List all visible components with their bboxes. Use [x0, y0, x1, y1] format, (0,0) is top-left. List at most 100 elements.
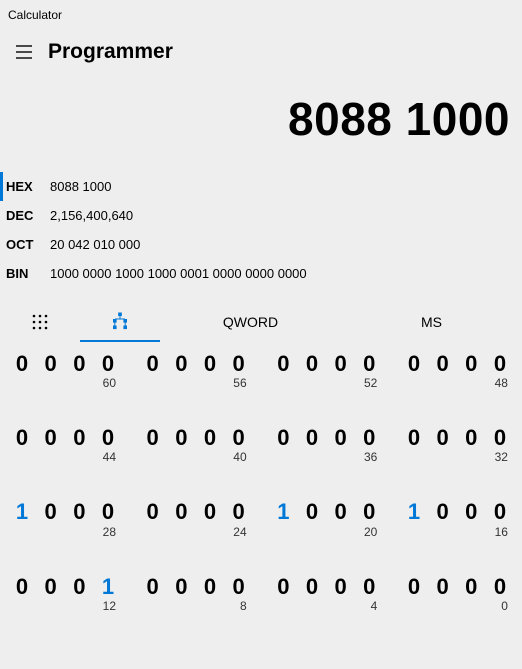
bit-toggle[interactable]: 0: [488, 575, 512, 599]
bit-toggle[interactable]: 0: [271, 352, 295, 376]
bit-toggle[interactable]: 0: [227, 426, 251, 450]
bit-toggle-icon: [111, 312, 129, 330]
bit-toggle[interactable]: 0: [357, 426, 381, 450]
bit-group: 000060: [10, 352, 120, 394]
bit-toggle[interactable]: 0: [300, 500, 324, 524]
bit-toggle[interactable]: 0: [227, 352, 251, 376]
bit-toggle[interactable]: 1: [96, 575, 120, 599]
base-label: HEX: [6, 179, 50, 194]
bit-toggle[interactable]: 0: [402, 575, 426, 599]
bit-toggle[interactable]: 0: [459, 426, 483, 450]
bit-toggle[interactable]: 1: [10, 500, 34, 524]
bit-index: 24: [141, 525, 251, 543]
bit-group: 000036: [271, 426, 381, 468]
bit-toggle[interactable]: 0: [329, 352, 353, 376]
bit-toggle[interactable]: 0: [169, 352, 193, 376]
bit-toggle[interactable]: 0: [169, 500, 193, 524]
bit-toggle[interactable]: 0: [10, 352, 34, 376]
function-row: QWORD MS: [0, 302, 522, 342]
base-value: 2,156,400,640: [50, 208, 133, 223]
mode-title: Programmer: [42, 40, 173, 64]
bit-toggle[interactable]: 0: [10, 575, 34, 599]
bit-toggle[interactable]: 0: [67, 352, 91, 376]
bit-toggle[interactable]: 0: [96, 352, 120, 376]
bit-toggle[interactable]: 0: [431, 500, 455, 524]
bit-toggle[interactable]: 0: [39, 352, 63, 376]
bit-toggle[interactable]: 0: [169, 575, 193, 599]
bit-toggle[interactable]: 0: [39, 426, 63, 450]
memory-store-button[interactable]: MS: [341, 302, 522, 342]
bit-index: 48: [402, 376, 512, 394]
bit-toggle[interactable]: 0: [300, 426, 324, 450]
bit-row: 000044000040000036000032: [10, 426, 512, 468]
bit-toggle[interactable]: 1: [402, 500, 426, 524]
bit-toggle[interactable]: 0: [141, 500, 165, 524]
bit-toggle[interactable]: 0: [271, 426, 295, 450]
bit-group: 00008: [141, 575, 251, 617]
bit-toggle[interactable]: 0: [10, 426, 34, 450]
bit-toggle[interactable]: 0: [67, 426, 91, 450]
bit-row: 000060000056000052000048: [10, 352, 512, 394]
keypad-icon: [31, 313, 49, 331]
bit-toggle[interactable]: 0: [329, 426, 353, 450]
hamburger-icon[interactable]: [6, 34, 42, 70]
bit-index: 20: [271, 525, 381, 543]
bit-toggle[interactable]: 0: [357, 352, 381, 376]
menu-icon: [15, 43, 33, 61]
bit-group: 100028: [10, 500, 120, 542]
bit-toggle[interactable]: 0: [357, 500, 381, 524]
bit-toggle[interactable]: 0: [459, 575, 483, 599]
bit-toggle[interactable]: 0: [357, 575, 381, 599]
bit-group: 000048: [402, 352, 512, 394]
bit-toggle[interactable]: 0: [300, 352, 324, 376]
bit-toggle[interactable]: 0: [198, 352, 222, 376]
base-row-hex[interactable]: HEX8088 1000: [0, 172, 522, 201]
bit-toggle[interactable]: 0: [488, 500, 512, 524]
bit-toggle[interactable]: 1: [271, 500, 295, 524]
bit-group: 000044: [10, 426, 120, 468]
bit-toggle[interactable]: 0: [329, 500, 353, 524]
bit-toggle[interactable]: 0: [329, 575, 353, 599]
base-row-dec[interactable]: DEC2,156,400,640: [0, 201, 522, 230]
bit-group: 000040: [141, 426, 251, 468]
full-keypad-button[interactable]: [0, 302, 80, 342]
bit-group: 100020: [271, 500, 381, 542]
bit-toggle[interactable]: 0: [39, 575, 63, 599]
base-row-bin[interactable]: BIN1000 0000 1000 1000 0001 0000 0000 00…: [0, 259, 522, 288]
bit-index: 28: [10, 525, 120, 543]
bit-toggle[interactable]: 0: [96, 426, 120, 450]
bit-toggle[interactable]: 0: [271, 575, 295, 599]
bit-toggle[interactable]: 0: [39, 500, 63, 524]
bit-toggle[interactable]: 0: [67, 575, 91, 599]
bit-index: 32: [402, 450, 512, 468]
bit-toggle[interactable]: 0: [198, 426, 222, 450]
bit-group: 000056: [141, 352, 251, 394]
base-row-oct[interactable]: OCT20 042 010 000: [0, 230, 522, 259]
bit-toggle[interactable]: 0: [488, 426, 512, 450]
bit-toggle[interactable]: 0: [459, 500, 483, 524]
bit-toggle[interactable]: 0: [431, 426, 455, 450]
bit-toggle[interactable]: 0: [141, 575, 165, 599]
bit-toggle[interactable]: 0: [67, 500, 91, 524]
bit-toggle[interactable]: 0: [141, 426, 165, 450]
bit-toggle[interactable]: 0: [96, 500, 120, 524]
bit-toggle[interactable]: 0: [227, 575, 251, 599]
bit-toggle-button[interactable]: [80, 302, 160, 342]
bit-toggle[interactable]: 0: [431, 352, 455, 376]
bit-toggle[interactable]: 0: [402, 352, 426, 376]
bit-index: 56: [141, 376, 251, 394]
bit-toggle[interactable]: 0: [459, 352, 483, 376]
bit-toggle[interactable]: 0: [198, 500, 222, 524]
bit-group: 100016: [402, 500, 512, 542]
qword-button[interactable]: QWORD: [160, 302, 341, 342]
bit-toggle[interactable]: 0: [402, 426, 426, 450]
result-display: 8088 1000: [0, 74, 522, 154]
bit-toggle[interactable]: 0: [141, 352, 165, 376]
base-label: OCT: [6, 237, 50, 252]
bit-toggle[interactable]: 0: [227, 500, 251, 524]
bit-toggle[interactable]: 0: [300, 575, 324, 599]
bit-toggle[interactable]: 0: [488, 352, 512, 376]
bit-toggle[interactable]: 0: [431, 575, 455, 599]
bit-toggle[interactable]: 0: [169, 426, 193, 450]
bit-toggle[interactable]: 0: [198, 575, 222, 599]
